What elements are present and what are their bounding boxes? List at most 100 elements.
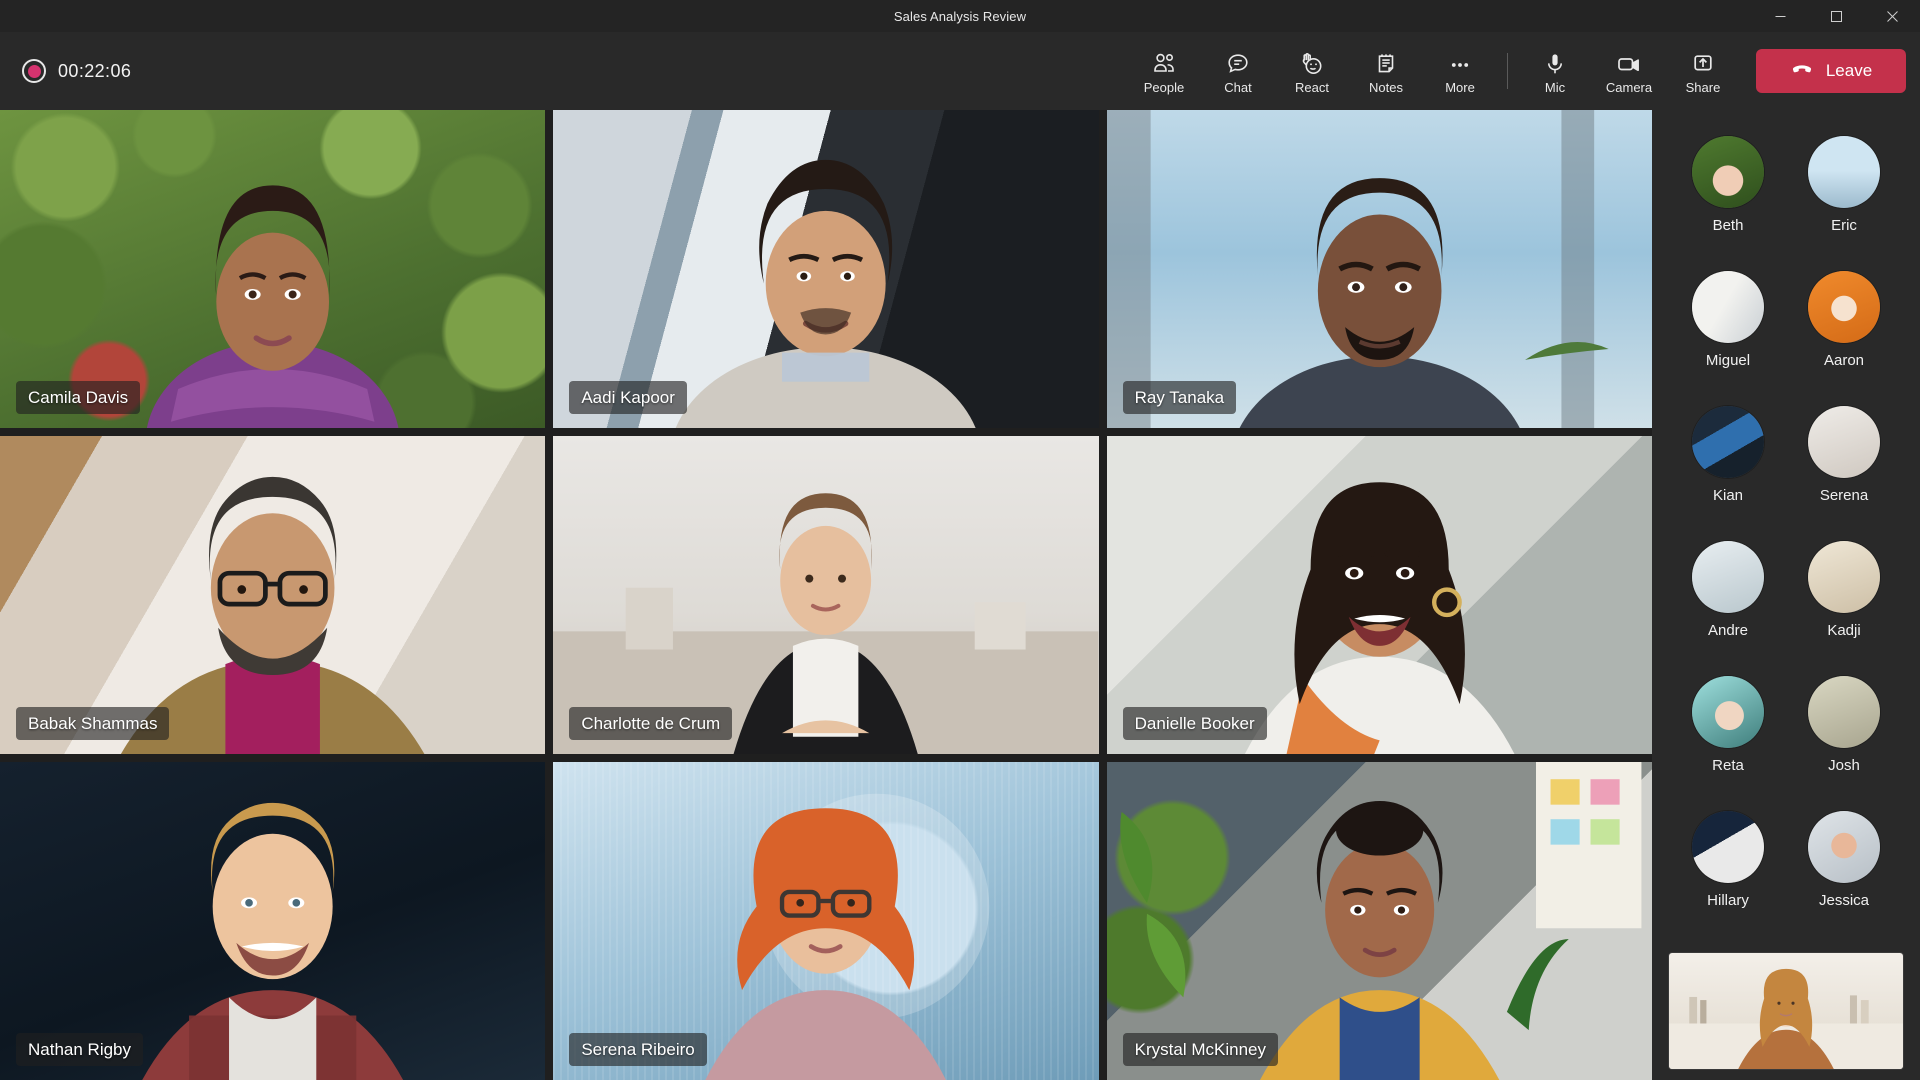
roster-name: Eric [1831,217,1857,234]
roster-grid: Beth Eric Miguel Aaron Kian Serena Andre… [1652,128,1920,946]
maximize-icon [1830,10,1842,22]
roster-name: Andre [1707,622,1749,639]
video-tile[interactable]: Babak Shammas [0,436,546,754]
roster-item-eric[interactable]: Eric [1786,136,1902,271]
roster-item-jessica[interactable]: Jessica [1786,811,1902,946]
video-tile[interactable]: Danielle Booker [1106,436,1652,754]
people-button[interactable]: People [1127,39,1201,103]
react-label: React [1295,79,1329,95]
avatar [1808,811,1880,883]
self-view-preview[interactable] [1668,952,1904,1070]
notes-icon [1373,49,1399,77]
roster-item-hillary[interactable]: Hillary [1670,811,1786,946]
roster-name: Serena [1819,487,1869,504]
meeting-stage: Camila Davis Aadi Kapoor Ray Tanaka Baba… [0,110,1920,1080]
minimize-icon [1775,11,1786,22]
avatar [1692,811,1764,883]
chat-label: Chat [1224,79,1252,95]
roster-item-kian[interactable]: Kian [1670,406,1786,541]
leave-label: Leave [1825,61,1873,80]
participant-name: Ray Tanaka [1122,381,1237,414]
chat-icon [1225,49,1251,77]
record-icon [22,59,46,83]
leave-button[interactable]: Leave [1756,49,1906,93]
participant-name: Aadi Kapoor [569,381,687,414]
avatar [1808,136,1880,208]
roster-item-kadji[interactable]: Kadji [1786,541,1902,676]
participant-name: Babak Shammas [16,707,170,740]
participant-roster-panel: Beth Eric Miguel Aaron Kian Serena Andre… [1652,110,1920,1080]
more-label: More [1445,79,1475,95]
meeting-toolbar: 00:22:06 People Chat React Notes More Mi… [0,32,1920,110]
video-tile[interactable]: Ray Tanaka [1106,110,1652,428]
minimize-button[interactable] [1752,0,1808,32]
chat-button[interactable]: Chat [1201,39,1275,103]
toolbar-divider [1507,53,1508,89]
people-label: People [1143,79,1185,95]
roster-item-andre[interactable]: Andre [1670,541,1786,676]
avatar [1808,676,1880,748]
share-screen-icon [1690,49,1716,77]
roster-item-miguel[interactable]: Miguel [1670,271,1786,406]
meeting-title: Sales Analysis Review [893,8,1027,24]
avatar [1808,271,1880,343]
meeting-timer: 00:22:06 [58,60,132,81]
roster-name: Jessica [1818,892,1870,909]
hangup-icon [1790,57,1814,86]
recording-indicator: 00:22:06 [22,59,131,83]
roster-name: Kian [1712,487,1744,504]
window-title-bar: Sales Analysis Review [0,0,1920,32]
roster-item-beth[interactable]: Beth [1670,136,1786,271]
camera-icon [1615,49,1643,77]
participant-name: Nathan Rigby [16,1033,144,1066]
avatar [1692,136,1764,208]
roster-name: Aaron [1823,352,1865,369]
participant-name: Danielle Booker [1122,707,1267,740]
roster-item-aaron[interactable]: Aaron [1786,271,1902,406]
roster-item-reta[interactable]: Reta [1670,676,1786,811]
toolbar-actions: People Chat React Notes More Mic Camera … [1127,32,1906,110]
close-icon [1886,10,1898,22]
self-video-feed [1669,953,1903,1069]
roster-name: Kadji [1827,622,1861,639]
video-tile[interactable]: Camila Davis [0,110,546,428]
participant-name: Charlotte de Crum [569,707,733,740]
video-tile[interactable]: Charlotte de Crum [553,436,1099,754]
video-tile[interactable]: Nathan Rigby [0,762,546,1080]
react-icon [1299,49,1325,77]
participant-name: Krystal McKinney [1122,1033,1278,1066]
roster-item-josh[interactable]: Josh [1786,676,1902,811]
more-ellipsis-icon [1447,49,1473,77]
notes-label: Notes [1369,79,1403,95]
avatar [1692,541,1764,613]
roster-name: Reta [1712,757,1744,774]
maximize-button[interactable] [1808,0,1864,32]
roster-name: Josh [1828,757,1860,774]
avatar [1692,271,1764,343]
more-button[interactable]: More [1423,39,1497,103]
participant-name: Serena Ribeiro [569,1033,707,1066]
people-icon [1151,49,1177,77]
mic-button[interactable]: Mic [1518,39,1592,103]
microphone-icon [1542,49,1568,77]
video-tile[interactable]: Serena Ribeiro [553,762,1099,1080]
roster-item-serena[interactable]: Serena [1786,406,1902,541]
avatar [1808,406,1880,478]
close-button[interactable] [1864,0,1920,32]
avatar [1692,676,1764,748]
roster-name: Miguel [1705,352,1751,369]
roster-name: Hillary [1707,892,1749,909]
avatar [1692,406,1764,478]
share-label: Share [1685,79,1721,95]
video-tile[interactable]: Krystal McKinney [1106,762,1652,1080]
video-tile[interactable]: Aadi Kapoor [553,110,1099,428]
share-button[interactable]: Share [1666,39,1740,103]
notes-button[interactable]: Notes [1349,39,1423,103]
avatar [1808,541,1880,613]
camera-label: Camera [1605,79,1653,95]
camera-button[interactable]: Camera [1592,39,1666,103]
mic-label: Mic [1544,79,1566,95]
teams-meeting-window: Sales Analysis Review 00:22:06 People Ch… [0,0,1920,1080]
react-button[interactable]: React [1275,39,1349,103]
roster-name: Beth [1712,217,1744,234]
